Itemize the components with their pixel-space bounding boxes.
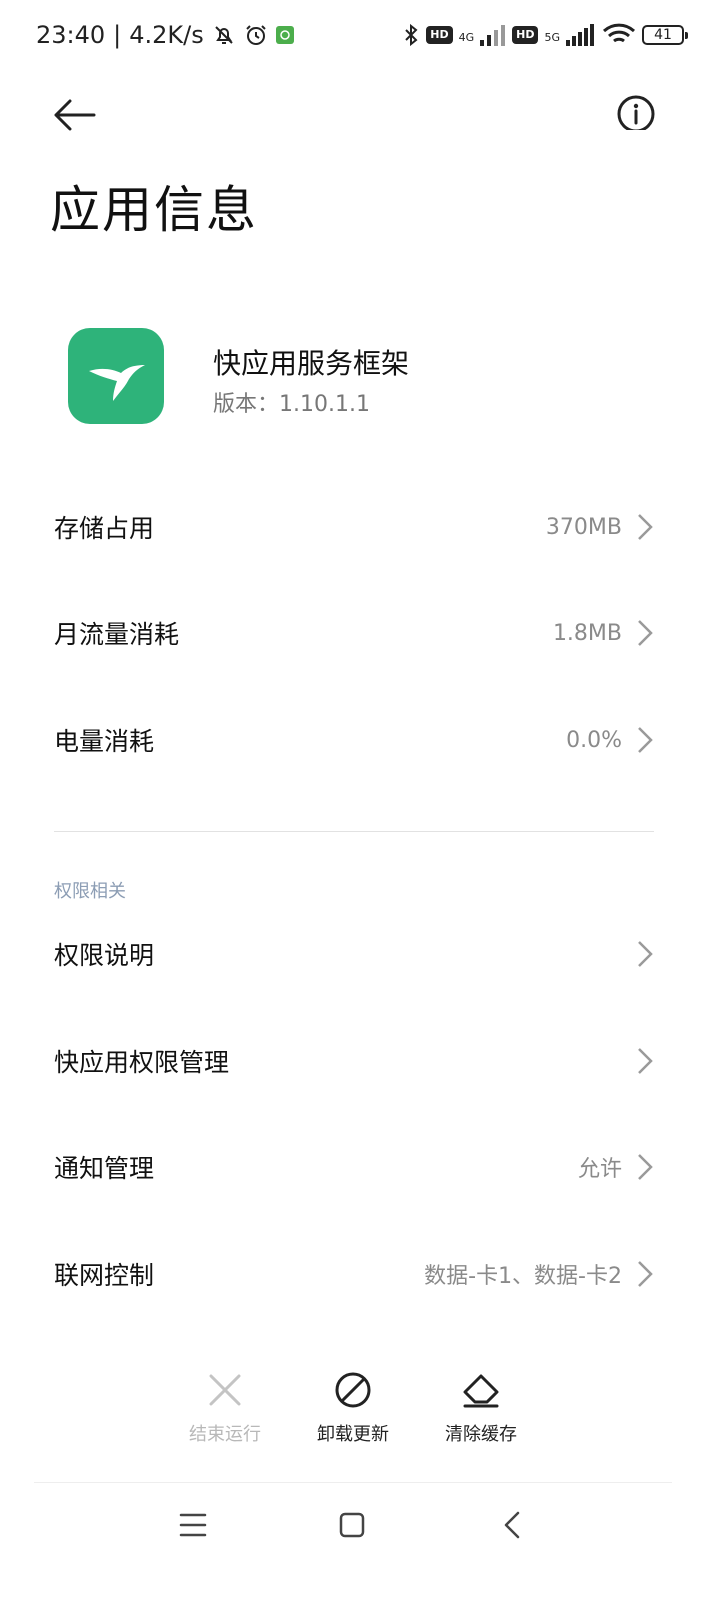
arrow-left-icon[interactable] xyxy=(44,82,100,138)
row-right: 1.8MB xyxy=(553,618,654,648)
row-notification-management[interactable]: 通知管理 允许 xyxy=(0,1117,720,1217)
hummingbird-icon xyxy=(89,365,145,401)
menu-icon[interactable] xyxy=(173,1505,213,1545)
home-icon[interactable] xyxy=(332,1505,372,1545)
chevron-right-icon xyxy=(638,1154,653,1180)
section-title-permissions: 权限相关 xyxy=(54,881,126,902)
row-right: 0.0% xyxy=(566,725,654,755)
signal-icon-2 xyxy=(566,24,594,46)
status-time: 23:40 xyxy=(36,21,106,49)
row-quickapp-permissions[interactable]: 快应用权限管理 xyxy=(0,1011,720,1111)
eraser-icon xyxy=(463,1374,499,1408)
close-icon xyxy=(209,1374,241,1406)
app-name: 快应用服务框架 xyxy=(213,347,410,380)
row-label: 权限说明 xyxy=(54,941,155,970)
bottom-actions: 结束运行 卸载更新 清除缓存 xyxy=(0,1370,720,1460)
section-divider xyxy=(54,831,654,832)
chevron-right-icon xyxy=(638,514,653,540)
top-bar xyxy=(0,70,720,140)
row-data-usage[interactable]: 月流量消耗 1.8MB xyxy=(0,583,720,683)
status-left: 23:40 | 4.2K/s xyxy=(36,21,294,49)
wifi-icon xyxy=(602,23,636,43)
row-value: 1.8MB xyxy=(552,620,622,646)
clear-cache-button[interactable]: 清除缓存 xyxy=(426,1370,536,1460)
row-value: 数据-卡1、数据-卡2 xyxy=(424,1264,622,1289)
battery-indicator: 41 xyxy=(642,25,688,45)
chevron-right-icon xyxy=(638,727,653,753)
hd-badge-2: HD xyxy=(512,26,539,44)
row-label: 电量消耗 xyxy=(54,727,155,756)
status-net-speed: 4.2K/s xyxy=(129,21,204,49)
chevron-right-icon xyxy=(638,1261,653,1287)
network-type-1: 4G xyxy=(458,31,475,44)
row-label: 快应用权限管理 xyxy=(54,1048,230,1077)
row-label: 月流量消耗 xyxy=(54,620,180,649)
uninstall-updates-label: 卸载更新 xyxy=(317,1424,389,1445)
row-right xyxy=(636,939,654,969)
row-storage[interactable]: 存储占用 370MB xyxy=(0,477,720,577)
hd-badge-1: HD xyxy=(426,26,453,44)
network-type-2: 5G xyxy=(544,31,560,44)
row-right xyxy=(636,1046,654,1076)
bell-off-icon xyxy=(215,26,233,44)
alarm-icon xyxy=(246,25,266,45)
notification-app-icon xyxy=(275,26,294,44)
info-icon[interactable] xyxy=(612,82,660,130)
app-version: 版本：1.10.1.1 xyxy=(213,392,370,417)
block-icon xyxy=(335,1372,371,1408)
system-navigation-bar xyxy=(0,1495,720,1555)
status-bar: 23:40 | 4.2K/s HD 4G HD 5G 41 xyxy=(0,0,720,70)
row-value: 允许 xyxy=(577,1157,622,1182)
chevron-right-icon xyxy=(638,1048,653,1074)
row-right: 允许 xyxy=(578,1151,654,1183)
nav-separator xyxy=(34,1482,672,1483)
stop-button[interactable]: 结束运行 xyxy=(170,1370,280,1460)
app-header: 快应用服务框架 版本：1.10.1.1 xyxy=(68,328,668,428)
stop-label: 结束运行 xyxy=(189,1424,261,1445)
row-label: 通知管理 xyxy=(54,1154,155,1183)
row-right: 370MB xyxy=(546,512,654,542)
back-nav-icon[interactable] xyxy=(492,1505,532,1545)
status-separator: | xyxy=(113,21,122,49)
clear-cache-label: 清除缓存 xyxy=(445,1424,517,1445)
row-label: 存储占用 xyxy=(54,514,155,543)
chevron-right-icon xyxy=(638,941,653,967)
page-title: 应用信息 xyxy=(50,181,258,239)
row-battery-usage[interactable]: 电量消耗 0.0% xyxy=(0,690,720,790)
row-permission-description[interactable]: 权限说明 xyxy=(0,904,720,1004)
uninstall-updates-button[interactable]: 卸载更新 xyxy=(298,1370,408,1460)
app-icon xyxy=(68,328,164,424)
row-network-control[interactable]: 联网控制 数据-卡1、数据-卡2 xyxy=(0,1224,720,1324)
app-info-screen: 23:40 | 4.2K/s HD 4G HD 5G 41 应用信息 快应用服务… xyxy=(0,0,720,1600)
row-label: 联网控制 xyxy=(54,1261,155,1290)
status-right: HD 4G HD 5G 41 xyxy=(402,23,688,47)
bluetooth-icon xyxy=(405,23,418,47)
signal-icon-1 xyxy=(480,25,506,46)
chevron-right-icon xyxy=(638,620,653,646)
row-value: 370MB xyxy=(545,514,622,540)
row-value: 0.0% xyxy=(566,727,622,753)
row-right: 数据-卡1、数据-卡2 xyxy=(424,1258,654,1290)
